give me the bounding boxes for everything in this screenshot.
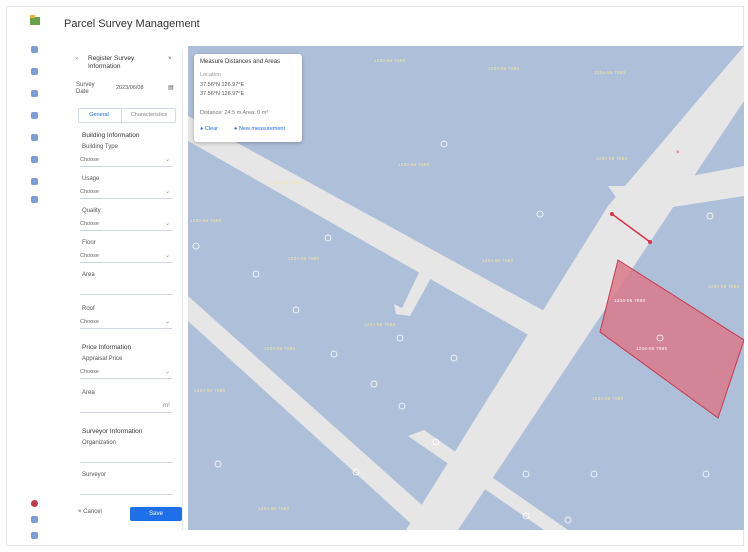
parcel-marker-icon[interactable] bbox=[214, 460, 222, 468]
close-icon[interactable]: × bbox=[168, 56, 176, 62]
logout-icon[interactable] bbox=[31, 532, 38, 539]
measure-popup-title: Measure Distances and Areas bbox=[200, 59, 281, 65]
survey-date-label: Survey Date bbox=[76, 82, 95, 95]
measure-coord-2: 37.56°N 126.97°E bbox=[200, 91, 245, 97]
nav-icon-home[interactable] bbox=[31, 46, 38, 53]
field-label: Quality bbox=[82, 208, 101, 214]
left-nav-rail bbox=[26, 12, 46, 542]
parcel-marker-icon[interactable] bbox=[450, 354, 458, 362]
parcel-label: 1234-56 7890 bbox=[194, 388, 226, 393]
panel-header: Register Survey Information bbox=[88, 55, 135, 70]
parcel-marker-icon[interactable] bbox=[370, 380, 378, 388]
parcel-marker-icon[interactable] bbox=[192, 242, 200, 250]
parcel-marker-icon[interactable] bbox=[398, 402, 406, 410]
field-label: Usage bbox=[82, 176, 100, 182]
notification-icon[interactable] bbox=[31, 516, 38, 523]
parcel-label: 1234-56 7890 bbox=[488, 66, 520, 71]
parcel-label: 1234-56 7890 bbox=[258, 506, 290, 511]
parcel-label: 1234-56 7890 bbox=[364, 322, 396, 327]
parcel-label: 1234-56 7890 bbox=[264, 346, 296, 351]
tab-bar: General Characteristics bbox=[78, 108, 176, 123]
field-label: Appraisal Price bbox=[82, 356, 123, 362]
parcel-marker-icon[interactable] bbox=[706, 212, 714, 220]
survey-form-panel: ‹ Register Survey Information × Survey D… bbox=[68, 50, 183, 530]
parcel-marker-icon[interactable] bbox=[292, 306, 300, 314]
field-label: Area bbox=[82, 272, 95, 278]
organization-input[interactable] bbox=[80, 450, 172, 463]
parcel-label: 1234-56 7890 bbox=[594, 70, 626, 75]
appraisal-price-select[interactable]: Choose ⌄ bbox=[80, 366, 172, 379]
selected-parcel-label: 1234-56 7890 bbox=[636, 346, 668, 351]
selected-parcel-sublabel: 1234-56 7890 bbox=[614, 298, 646, 303]
field-label: Area bbox=[82, 390, 95, 396]
field-label: Surveyor bbox=[82, 472, 107, 478]
nav-icon-report[interactable] bbox=[31, 134, 38, 141]
parcel-marker-icon[interactable] bbox=[522, 470, 530, 478]
floor-select[interactable]: Choose ⌄ bbox=[80, 250, 172, 263]
calendar-icon[interactable]: ▤ bbox=[168, 84, 176, 91]
quality-select[interactable]: Choose ⌄ bbox=[80, 218, 172, 231]
cancel-button[interactable]: × Cancel bbox=[78, 509, 102, 515]
measure-coord-1: 37.56°N 126.97°E bbox=[200, 82, 245, 88]
field-label: Roof bbox=[82, 306, 95, 312]
field-label: Organization bbox=[82, 440, 117, 446]
parcel-label: 1234-56 7890 bbox=[190, 218, 222, 223]
measure-result: Distance: 24.5 m Area: 0 m² bbox=[200, 110, 269, 116]
tab-characteristics[interactable]: Characteristics bbox=[121, 109, 176, 122]
parcel-label: 1234-56 7890 bbox=[482, 258, 514, 263]
road-lower bbox=[188, 296, 450, 530]
parcel-marker-icon[interactable] bbox=[536, 210, 544, 218]
clear-button[interactable]: ● Clear bbox=[200, 126, 218, 132]
parcel-label: 1234-56 7890 bbox=[288, 256, 320, 261]
nav-icon-help[interactable] bbox=[31, 196, 38, 203]
area-input[interactable] bbox=[80, 282, 172, 295]
new-measurement-button[interactable]: ● New measurement bbox=[234, 126, 285, 132]
measure-popup: Measure Distances and Areas Location 37.… bbox=[194, 54, 302, 142]
field-label: Floor bbox=[82, 240, 96, 246]
building-section-title: Building Information bbox=[82, 132, 140, 139]
parcel-marker-icon[interactable] bbox=[440, 140, 448, 148]
price-section-title: Price Information bbox=[82, 344, 132, 351]
map-marker-x-icon: × bbox=[676, 150, 680, 156]
app-logo-icon bbox=[30, 15, 40, 25]
measure-popup-sub: Location bbox=[200, 72, 221, 78]
price-area-input[interactable]: m² bbox=[80, 400, 172, 413]
surveyor-section-title: Surveyor Information bbox=[82, 428, 143, 435]
nav-icon-survey[interactable] bbox=[31, 68, 38, 75]
parcel-marker-icon[interactable] bbox=[396, 334, 404, 342]
roof-select[interactable]: Choose ⌄ bbox=[80, 316, 172, 329]
parcel-label: 1234-56 7890 bbox=[592, 396, 624, 401]
parcel-marker-icon[interactable] bbox=[564, 516, 572, 524]
parcel-marker-icon[interactable] bbox=[252, 270, 260, 278]
surveyor-input[interactable] bbox=[80, 482, 172, 495]
parcel-marker-icon[interactable] bbox=[324, 234, 332, 242]
parcel-marker-icon[interactable] bbox=[330, 350, 338, 358]
measure-point-icon[interactable] bbox=[648, 240, 652, 244]
parcel-label: 1234-56 7890 bbox=[270, 180, 302, 185]
save-button[interactable]: Save bbox=[130, 507, 182, 521]
nav-icon-settings[interactable] bbox=[31, 178, 38, 185]
nav-icon-layers[interactable] bbox=[31, 156, 38, 163]
parcel-label: 1234-56 7890 bbox=[374, 58, 406, 63]
user-avatar-icon[interactable] bbox=[31, 500, 38, 507]
nav-icon-map[interactable] bbox=[31, 90, 38, 97]
page-title: Parcel Survey Management bbox=[64, 18, 200, 30]
field-label: Building Type bbox=[82, 144, 118, 150]
tab-general[interactable]: General bbox=[79, 109, 119, 122]
survey-date-value[interactable]: 2023/06/08 bbox=[116, 85, 176, 91]
nav-icon-list[interactable] bbox=[31, 112, 38, 119]
road-diagonal bbox=[188, 116, 568, 346]
parcel-label: 1234-56 7890 bbox=[596, 156, 628, 161]
measure-point-icon[interactable] bbox=[610, 212, 614, 216]
parcel-label: 1234-56 7890 bbox=[398, 162, 430, 167]
parcel-label: 1234-56 7890 bbox=[708, 284, 740, 289]
parcel-marker-icon[interactable] bbox=[590, 470, 598, 478]
building-type-select[interactable]: Choose ⌄ bbox=[80, 154, 172, 167]
usage-select[interactable]: Choose ⌄ bbox=[80, 186, 172, 199]
parcel-marker-icon[interactable] bbox=[702, 470, 710, 478]
